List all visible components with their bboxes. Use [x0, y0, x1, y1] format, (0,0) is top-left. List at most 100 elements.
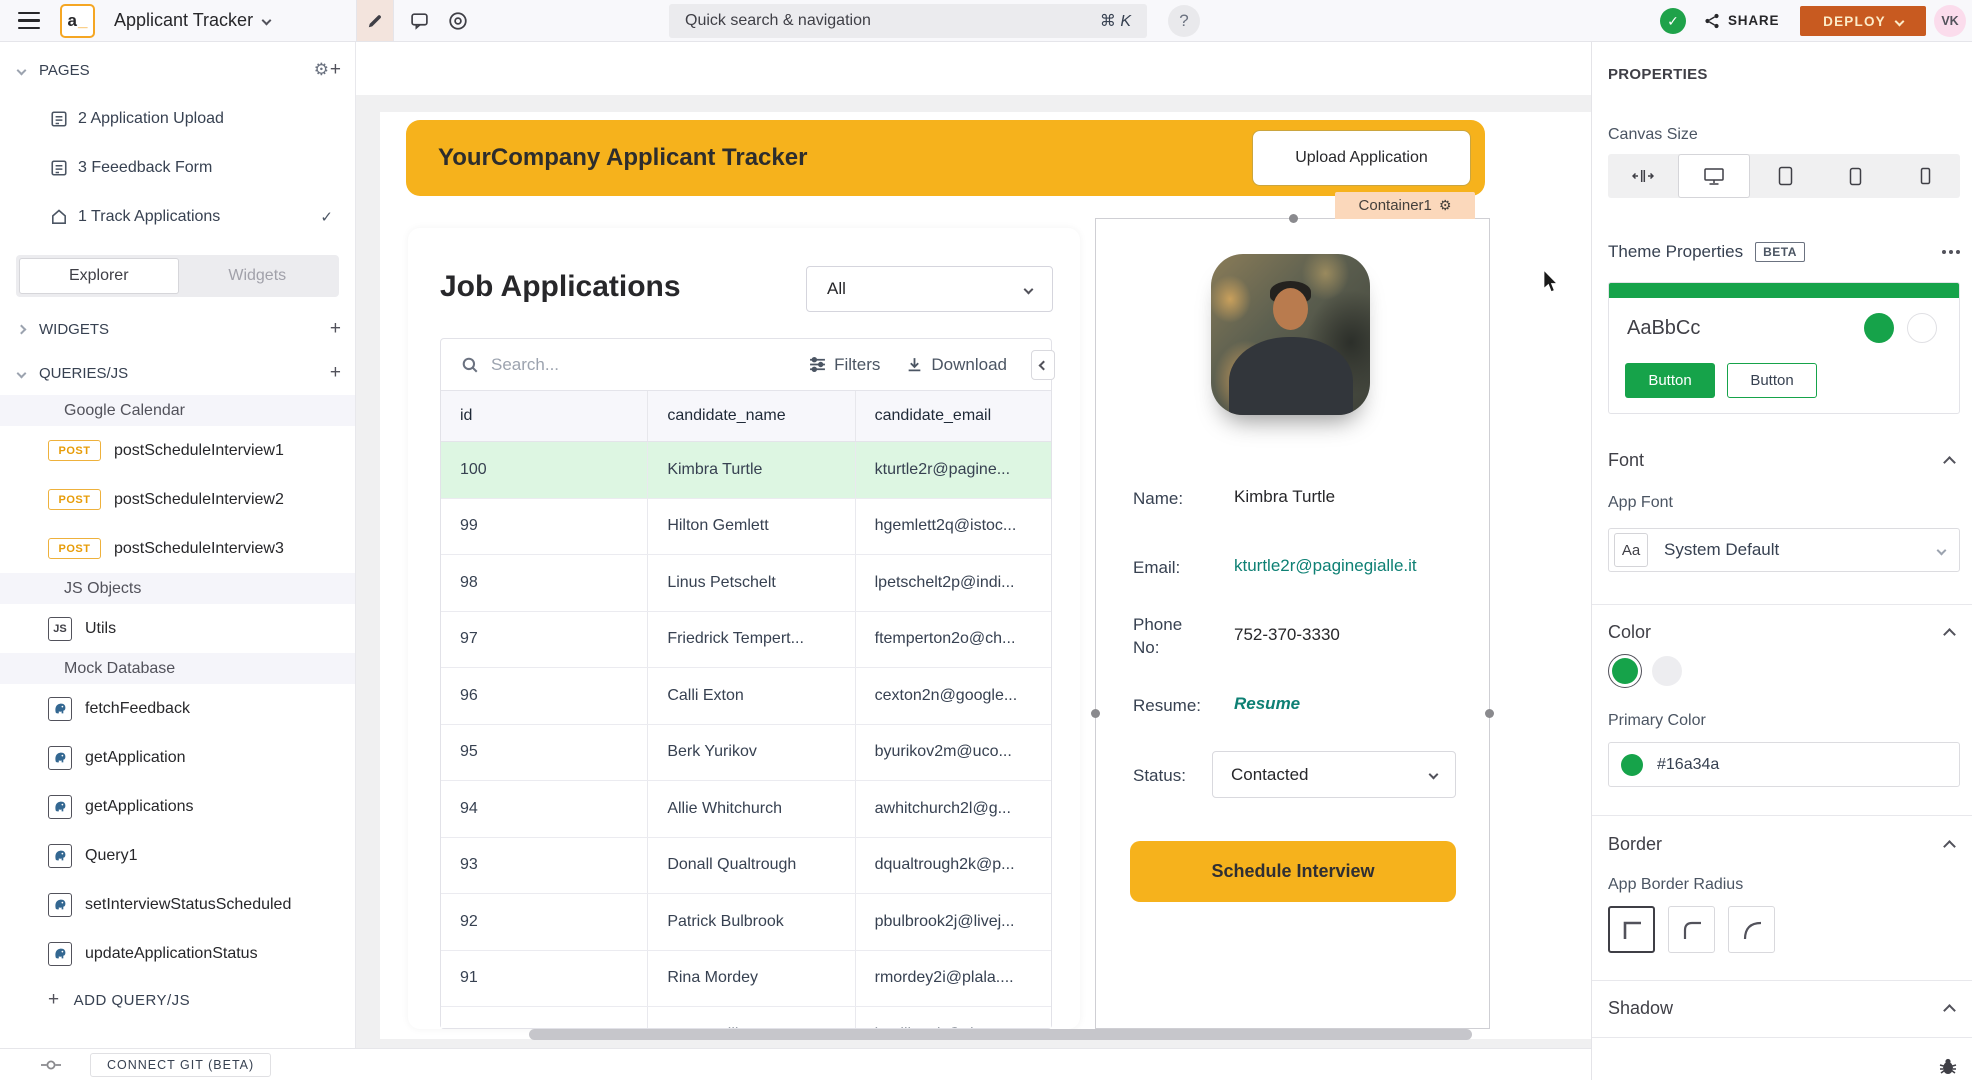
- font-section-header[interactable]: Font: [1608, 450, 1644, 471]
- pages-settings-gear-icon[interactable]: ⚙: [314, 60, 329, 80]
- query-item[interactable]: JSUtils: [0, 604, 355, 653]
- chevron-up-icon[interactable]: [1943, 456, 1956, 469]
- column-header-id[interactable]: id: [441, 391, 648, 441]
- tab-explorer[interactable]: Explorer: [19, 258, 179, 294]
- status-filter-select[interactable]: All: [806, 266, 1053, 312]
- postgres-icon: [48, 893, 72, 917]
- query-item[interactable]: getApplication: [0, 733, 355, 782]
- comment-mode-button[interactable]: [402, 0, 436, 41]
- table-row[interactable]: 99Hilton Gemletthgemlett2q@istoc...: [441, 499, 1051, 556]
- query-item[interactable]: getApplications: [0, 782, 355, 831]
- table-search-input[interactable]: Search...: [461, 355, 783, 375]
- border-radius-sharp[interactable]: [1608, 906, 1655, 953]
- table-row[interactable]: 96Calli Extoncexton2n@google...: [441, 668, 1051, 725]
- query-item[interactable]: POSTpostScheduleInterview2: [0, 475, 355, 524]
- field-value-email-link[interactable]: kturtle2r@paginegialle.it: [1234, 556, 1417, 576]
- divider: [1592, 1037, 1972, 1038]
- upload-application-button[interactable]: Upload Application: [1252, 130, 1471, 186]
- canvas-size-tablet-large[interactable]: [1750, 154, 1820, 198]
- query-item[interactable]: POSTpostScheduleInterview3: [0, 524, 355, 573]
- quick-search-input[interactable]: Quick search & navigation ⌘ K: [669, 4, 1147, 38]
- debug-bug-icon[interactable]: [1938, 1056, 1958, 1076]
- share-button[interactable]: SHARE: [1704, 0, 1779, 41]
- border-section-header[interactable]: Border: [1608, 834, 1662, 855]
- query-item[interactable]: setInterviewStatusScheduled: [0, 880, 355, 929]
- resize-handle[interactable]: [1485, 709, 1494, 718]
- deploy-button[interactable]: DEPLOY: [1800, 6, 1926, 36]
- table-row[interactable]: 92Patrick Bulbrookpbulbrook2j@livej...: [441, 894, 1051, 951]
- add-query-js-button[interactable]: + ADD QUERY/JS: [0, 978, 355, 1022]
- theme-primary-button-sample[interactable]: Button: [1625, 363, 1715, 398]
- column-header-candidate-name[interactable]: candidate_name: [648, 391, 855, 441]
- color-section-header[interactable]: Color: [1608, 622, 1651, 643]
- query-item[interactable]: Query1: [0, 831, 355, 880]
- app-title[interactable]: Applicant Tracker: [114, 0, 270, 41]
- table-row[interactable]: 95Berk Yurikovbyurikov2m@uco...: [441, 725, 1051, 782]
- chevron-up-icon[interactable]: [1943, 1004, 1956, 1017]
- add-query-plus-button[interactable]: +: [330, 362, 341, 384]
- resize-handle[interactable]: [1091, 709, 1100, 718]
- shadow-section-header[interactable]: Shadow: [1608, 998, 1673, 1019]
- chevron-up-icon[interactable]: [1943, 628, 1956, 641]
- theme-color-primary-swatch[interactable]: [1864, 313, 1894, 343]
- canvas-size-desktop[interactable]: [1678, 154, 1750, 198]
- cell-id: 100: [441, 442, 648, 498]
- table-row[interactable]: 100Kimbra Turtlekturtle2r@pagine...: [441, 442, 1051, 499]
- theme-color-background-swatch[interactable]: [1907, 313, 1937, 343]
- add-widget-button[interactable]: +: [330, 318, 341, 340]
- page-item[interactable]: 2 Application Upload: [0, 94, 355, 143]
- collapse-panel-button[interactable]: [1031, 350, 1055, 380]
- canvas-size-fluid[interactable]: [1608, 154, 1678, 198]
- query-item[interactable]: updateApplicationStatus: [0, 929, 355, 978]
- table-row[interactable]: 90Jany Mullinsjmullins2h@shutt...: [441, 1007, 1051, 1028]
- border-radius-large[interactable]: [1728, 906, 1775, 953]
- table-row[interactable]: 93Donall Qualtroughdqualtrough2k@p...: [441, 838, 1051, 895]
- canvas-size-mobile[interactable]: [1890, 154, 1960, 198]
- table-row[interactable]: 97Friedrick Tempert...ftemperton2o@ch...: [441, 612, 1051, 669]
- filters-button[interactable]: Filters: [809, 355, 880, 375]
- color-swatch-light[interactable]: [1652, 656, 1682, 686]
- column-header-candidate-email[interactable]: candidate_email: [856, 391, 1051, 441]
- cell-candidate-name: Donall Qualtrough: [648, 838, 855, 894]
- cell-candidate-email: dqualtrough2k@p...: [856, 838, 1051, 894]
- widgets-section-header[interactable]: WIDGETS +: [0, 307, 355, 351]
- theme-secondary-button-sample[interactable]: Button: [1727, 363, 1817, 398]
- add-page-button[interactable]: +: [330, 59, 341, 81]
- table-row[interactable]: 91Rina Mordeyrmordey2i@plala....: [441, 951, 1051, 1008]
- primary-color-input[interactable]: #16a34a: [1608, 742, 1960, 787]
- app-font-select[interactable]: Aa System Default: [1608, 528, 1960, 572]
- properties-title: PROPERTIES: [1608, 66, 1708, 83]
- tab-widgets[interactable]: Widgets: [179, 258, 337, 294]
- border-radius-medium[interactable]: [1668, 906, 1715, 953]
- schedule-interview-button[interactable]: Schedule Interview: [1130, 841, 1456, 902]
- chevron-up-icon[interactable]: [1943, 840, 1956, 853]
- page-item[interactable]: 3 Feeedback Form: [0, 143, 355, 192]
- queries-section-header[interactable]: QUERIES/JS +: [0, 351, 355, 395]
- table-header-row[interactable]: id candidate_name candidate_email: [441, 391, 1051, 442]
- user-avatar[interactable]: VK: [1934, 5, 1966, 37]
- container-widget-label[interactable]: Container1 ⚙: [1335, 192, 1475, 219]
- color-swatch-green[interactable]: [1608, 654, 1642, 688]
- canvas-size-tablet[interactable]: [1820, 154, 1890, 198]
- table-row[interactable]: 98Linus Petscheltlpetschelt2p@indi...: [441, 555, 1051, 612]
- primary-color-value: #16a34a: [1657, 756, 1719, 774]
- status-select[interactable]: Contacted: [1212, 751, 1456, 798]
- query-item[interactable]: POSTpostScheduleInterview1: [0, 426, 355, 475]
- cell-id: 97: [441, 612, 648, 668]
- hamburger-menu-icon[interactable]: [14, 0, 44, 41]
- view-mode-button[interactable]: [441, 0, 475, 41]
- connect-git-button[interactable]: CONNECT GIT (BETA): [90, 1053, 271, 1077]
- table-row[interactable]: 94Allie Whitchurchawhitchurch2l@g...: [441, 781, 1051, 838]
- download-button[interactable]: Download: [906, 355, 1007, 375]
- edit-mode-button[interactable]: [356, 0, 394, 41]
- container-settings-gear-icon[interactable]: ⚙: [1439, 197, 1452, 214]
- query-item[interactable]: fetchFeedback: [0, 684, 355, 733]
- search-icon: [461, 356, 479, 374]
- help-button[interactable]: ?: [1168, 5, 1200, 37]
- theme-more-menu-icon[interactable]: [1942, 250, 1960, 254]
- page-item[interactable]: 1 Track Applications✓: [0, 192, 355, 241]
- horizontal-scrollbar[interactable]: [529, 1029, 1472, 1040]
- resize-handle[interactable]: [1289, 214, 1298, 223]
- field-value-resume-link[interactable]: Resume: [1234, 694, 1300, 714]
- pages-header[interactable]: PAGES ⚙ +: [0, 52, 355, 88]
